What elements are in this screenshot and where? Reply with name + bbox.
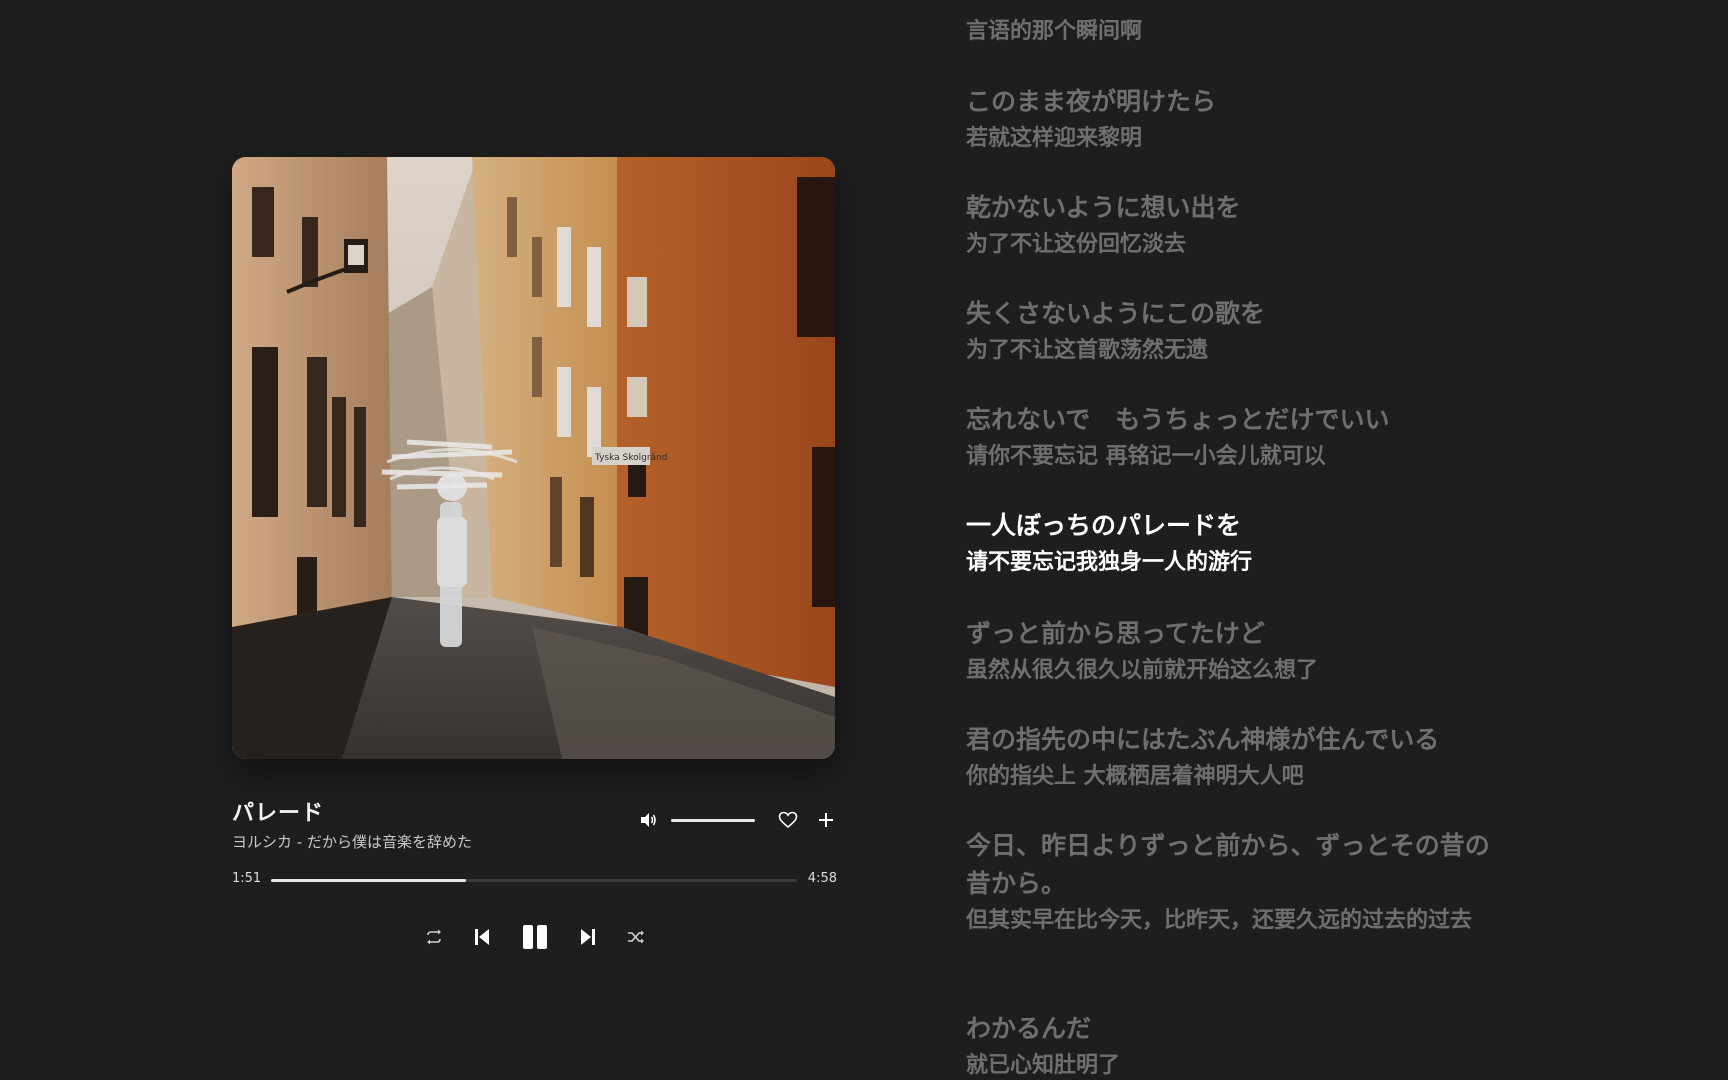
- lyric-line[interactable]: 忘れないで もうちょっとだけでいい 请你不要忘记 再铭记一小会儿就可以: [966, 401, 1526, 475]
- progress-fill: [271, 879, 466, 882]
- lyric-original: このまま夜が明けたら: [966, 87, 1217, 116]
- current-time: 1:51: [232, 871, 262, 886]
- skip-next-icon[interactable]: [579, 927, 597, 947]
- album-cover: Tyska Skolgränd: [232, 157, 835, 759]
- lyric-line[interactable]: 言语的那个瞬间啊: [966, 14, 1526, 50]
- repeat-icon[interactable]: [425, 929, 443, 945]
- lyric-translation: 就已心知肚明了: [966, 1053, 1121, 1078]
- speaker-icon[interactable]: [637, 809, 659, 831]
- lyric-translation: 请你不要忘记 再铭记一小会儿就可以: [966, 444, 1326, 469]
- lyric-translation: 但其实早在比今天，比昨天，还要久远的过去的过去: [966, 908, 1473, 933]
- lyric-translation: 为了不让这首歌荡然无遗: [966, 338, 1209, 363]
- shuffle-icon[interactable]: [627, 929, 645, 945]
- lyric-original: ずっと前から思ってたけど: [966, 619, 1265, 648]
- progress-row: 1:51 4:58: [232, 869, 837, 891]
- pause-icon[interactable]: [521, 924, 549, 950]
- lyric-translation: 虽然从很久很久以前就开始这么想了: [966, 658, 1319, 683]
- lyric-original: 一人ぼっちのパレードを: [966, 511, 1242, 540]
- song-title: パレード: [232, 801, 325, 826]
- plus-icon[interactable]: [815, 809, 837, 831]
- lyric-original: 忘れないで もうちょっとだけでいい: [966, 405, 1390, 434]
- progress-bar[interactable]: [271, 879, 797, 882]
- skip-previous-icon[interactable]: [473, 927, 491, 947]
- transport-controls: [232, 919, 837, 955]
- lyric-translation: 请不要忘记我独身一人的游行: [966, 550, 1253, 575]
- lyric-translation: 你的指尖上 大概栖居着神明大人吧: [966, 764, 1304, 789]
- lyric-line[interactable]: 乾かないように想い出を 为了不让这份回忆淡去: [966, 189, 1526, 263]
- lyric-translation: 为了不让这份回忆淡去: [966, 232, 1187, 257]
- lyric-line[interactable]: 失くさないようにこの歌を 为了不让这首歌荡然无遗: [966, 295, 1526, 369]
- lyric-original: 今日、昨日よりずっと前から、ずっとその昔の昔から。: [966, 831, 1490, 898]
- lyric-line[interactable]: わかるんだ 就已心知肚明了: [966, 1010, 1526, 1080]
- lyric-line[interactable]: このまま夜が明けたら 若就这样迎来黎明: [966, 83, 1526, 157]
- lyric-line[interactable]: 今日、昨日よりずっと前から、ずっとその昔の昔から。 但其实早在比今天，比昨天，还…: [966, 827, 1506, 939]
- song-artist-album: ヨルシカ - だから僕は音楽を辞めた: [232, 833, 472, 851]
- heart-icon[interactable]: [777, 809, 799, 831]
- lyric-original: 君の指先の中にはたぶん神様が住んでいる: [966, 725, 1440, 754]
- lyric-original: わかるんだ: [966, 1014, 1092, 1043]
- player-panel: Tyska Skolgränd パレード ヨルシカ - だから僕は音楽を辞めた …: [232, 157, 837, 955]
- song-meta: パレード ヨルシカ - だから僕は音楽を辞めた: [232, 795, 837, 855]
- album-art-image: Tyska Skolgränd: [232, 157, 835, 759]
- lyric-line-active[interactable]: 一人ぼっちのパレードを 请不要忘记我独身一人的游行: [966, 507, 1526, 581]
- lyric-original: 失くさないようにこの歌を: [966, 299, 1266, 328]
- volume-slider[interactable]: [671, 818, 755, 822]
- lyric-translation: 言语的那个瞬间啊: [966, 19, 1143, 44]
- lyric-translation: 若就这样迎来黎明: [966, 126, 1143, 151]
- total-time: 4:58: [807, 871, 837, 886]
- lyric-line[interactable]: ずっと前から思ってたけど 虽然从很久很久以前就开始这么想了: [966, 615, 1526, 689]
- mini-controls: [637, 808, 837, 832]
- lyric-original: 乾かないように想い出を: [966, 193, 1241, 222]
- music-player-page: Tyska Skolgränd パレード ヨルシカ - だから僕は音楽を辞めた …: [0, 0, 1728, 1080]
- lyric-line[interactable]: 君の指先の中にはたぶん神様が住んでいる 你的指尖上 大概栖居着神明大人吧: [966, 721, 1526, 795]
